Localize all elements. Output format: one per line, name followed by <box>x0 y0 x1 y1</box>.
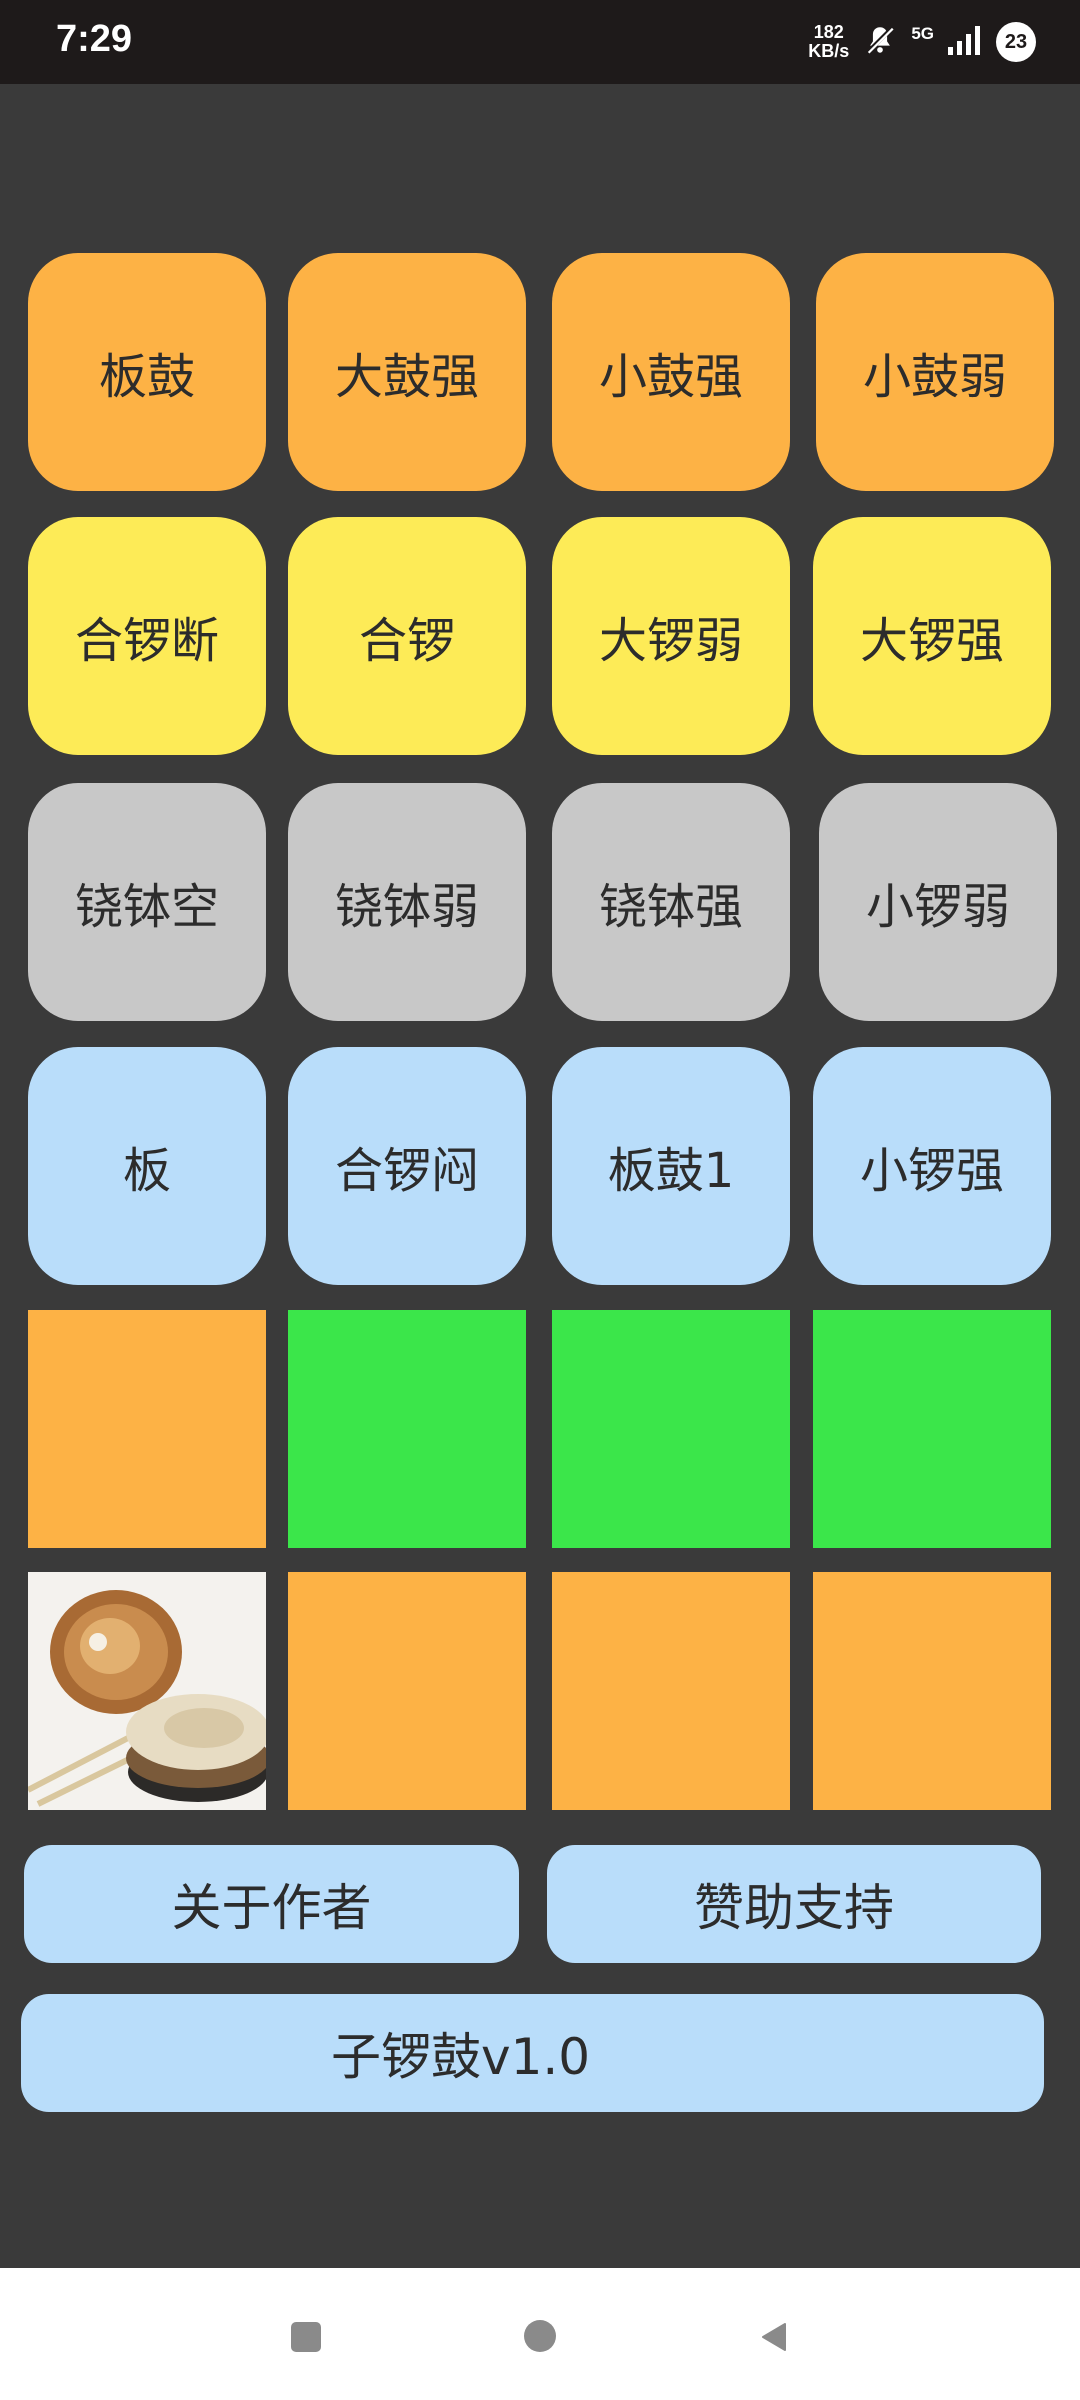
pad-naobo-weak[interactable]: 铙钵弱 <box>288 783 526 1021</box>
pad-naobo-empty[interactable]: 铙钵空 <box>28 783 266 1021</box>
recents-icon[interactable] <box>291 2322 321 2352</box>
pad-blank-orange[interactable] <box>552 1572 790 1810</box>
pad-heluo-muted[interactable]: 合锣闷 <box>288 1047 526 1285</box>
pad-blank-orange[interactable] <box>813 1572 1051 1810</box>
status-bar: 7:29 182 KB/s 5G 23 <box>0 0 1080 84</box>
pad-blank-orange[interactable] <box>288 1572 526 1810</box>
mute-bell-icon <box>863 23 897 61</box>
pad-daluo-weak[interactable]: 大锣弱 <box>552 517 790 755</box>
pad-blank-green[interactable] <box>552 1310 790 1548</box>
pad-heluo-break[interactable]: 合锣断 <box>28 517 266 755</box>
home-icon[interactable] <box>524 2320 556 2352</box>
pad-xiaoluo-weak[interactable]: 小锣弱 <box>819 783 1057 1021</box>
version-button[interactable]: 子锣鼓v1.0 <box>21 1994 1044 2112</box>
back-icon[interactable] <box>759 2322 787 2352</box>
pad-xiaogu-weak[interactable]: 小鼓弱 <box>816 253 1054 491</box>
navigation-bar <box>0 2268 1080 2400</box>
pad-blank-orange[interactable] <box>28 1310 266 1548</box>
pad-blank-green[interactable] <box>288 1310 526 1548</box>
pad-xiaogu-strong[interactable]: 小鼓强 <box>552 253 790 491</box>
status-icons: 182 KB/s 5G 23 <box>808 14 1036 70</box>
about-author-button[interactable]: 关于作者 <box>24 1845 519 1963</box>
net-speed: 182 KB/s <box>808 23 849 61</box>
signal-icon <box>948 25 982 59</box>
drum-photo-icon[interactable] <box>26 1572 270 1810</box>
pad-daluo-strong[interactable]: 大锣强 <box>813 517 1051 755</box>
network-type: 5G <box>911 24 934 43</box>
pad-dagu-strong[interactable]: 大鼓强 <box>288 253 526 491</box>
pad-bangu-1[interactable]: 板鼓1 <box>552 1047 790 1285</box>
version-label: 子锣鼓v1.0 <box>331 2028 591 2086</box>
net-speed-unit: KB/s <box>808 41 850 61</box>
net-speed-value: 182 <box>813 22 844 42</box>
support-button[interactable]: 赞助支持 <box>547 1845 1041 1963</box>
pad-xiaoluo-strong[interactable]: 小锣强 <box>813 1047 1051 1285</box>
notification-badge: 23 <box>996 22 1036 62</box>
pad-blank-green[interactable] <box>813 1310 1051 1548</box>
status-time: 7:29 <box>56 18 133 60</box>
pad-naobo-strong[interactable]: 铙钵强 <box>552 783 790 1021</box>
pad-bangu[interactable]: 板鼓 <box>28 253 266 491</box>
pad-ban[interactable]: 板 <box>28 1047 266 1285</box>
pad-heluo[interactable]: 合锣 <box>288 517 526 755</box>
